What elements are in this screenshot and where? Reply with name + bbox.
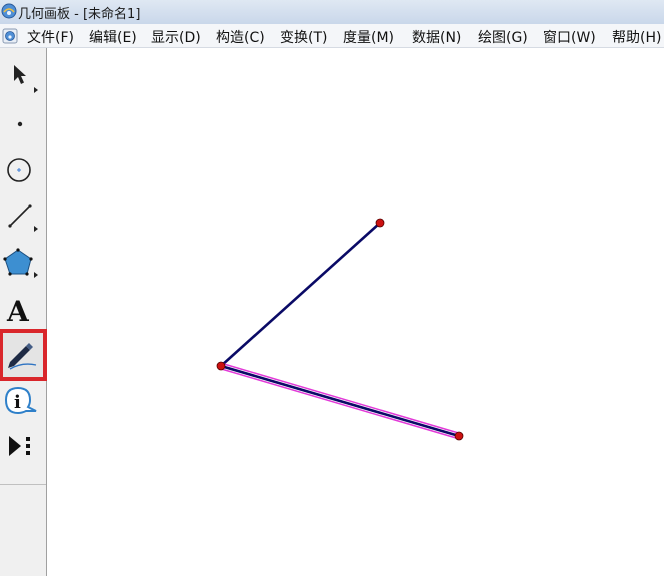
point-a[interactable]	[375, 218, 385, 228]
info-icon: i	[4, 386, 37, 415]
svg-text:A: A	[6, 295, 30, 328]
arrow-icon	[14, 65, 38, 93]
menu-data[interactable]: 数据(N)	[412, 27, 461, 47]
toolbox-separator	[0, 484, 46, 485]
title-separator: -	[70, 7, 83, 22]
point-icon	[17, 121, 23, 127]
svg-text:i: i	[14, 392, 21, 413]
segment-icon	[8, 204, 38, 232]
document-name: [未命名1]	[82, 7, 141, 22]
menu-edit[interactable]: 编辑(E)	[89, 27, 137, 47]
straightedge-tool[interactable]	[2, 196, 44, 236]
point-b[interactable]	[216, 361, 226, 371]
menu-graph[interactable]: 绘图(G)	[478, 27, 528, 47]
segment-bc[interactable]	[220, 364, 460, 438]
menu-help[interactable]: 帮助(H)	[612, 27, 661, 47]
menu-window[interactable]: 窗口(W)	[543, 27, 596, 47]
sketch-canvas[interactable]	[48, 48, 664, 576]
app-logo-icon	[1, 3, 17, 19]
menu-file[interactable]: 文件(F)	[27, 27, 74, 47]
menu-transform[interactable]: 变换(T)	[280, 27, 327, 47]
marker-tool[interactable]	[0, 329, 47, 381]
compass-tool[interactable]	[2, 150, 44, 190]
menu-bar: 文件(F) 编辑(E) 显示(D) 构造(C) 变换(T) 度量(M) 数据(N…	[0, 24, 664, 48]
point-tool[interactable]	[2, 102, 44, 142]
polygon-icon	[3, 248, 38, 278]
window-title: 几何画板 - [未命名1]	[18, 3, 140, 22]
arrow-tool[interactable]	[2, 54, 44, 94]
segment-ba[interactable]	[220, 222, 381, 367]
custom-tool[interactable]	[2, 428, 44, 468]
information-tool[interactable]: i	[2, 382, 44, 422]
point-c[interactable]	[454, 431, 464, 441]
document-icon[interactable]	[2, 28, 18, 44]
text-icon: A	[6, 295, 30, 328]
polygon-tool[interactable]	[2, 244, 44, 284]
sketch-drawing	[216, 218, 464, 441]
marker-pen-icon	[8, 343, 37, 370]
menu-display[interactable]: 显示(D)	[151, 27, 201, 47]
text-tool[interactable]: A	[2, 290, 44, 330]
custom-tool-icon	[9, 436, 30, 456]
menu-measure[interactable]: 度量(M)	[343, 27, 394, 47]
app-name: 几何画板	[18, 7, 71, 22]
toolbox: A i	[0, 48, 47, 576]
title-bar: 几何画板 - [未命名1]	[0, 0, 664, 24]
circle-icon	[7, 158, 31, 182]
menu-construct[interactable]: 构造(C)	[216, 27, 265, 47]
